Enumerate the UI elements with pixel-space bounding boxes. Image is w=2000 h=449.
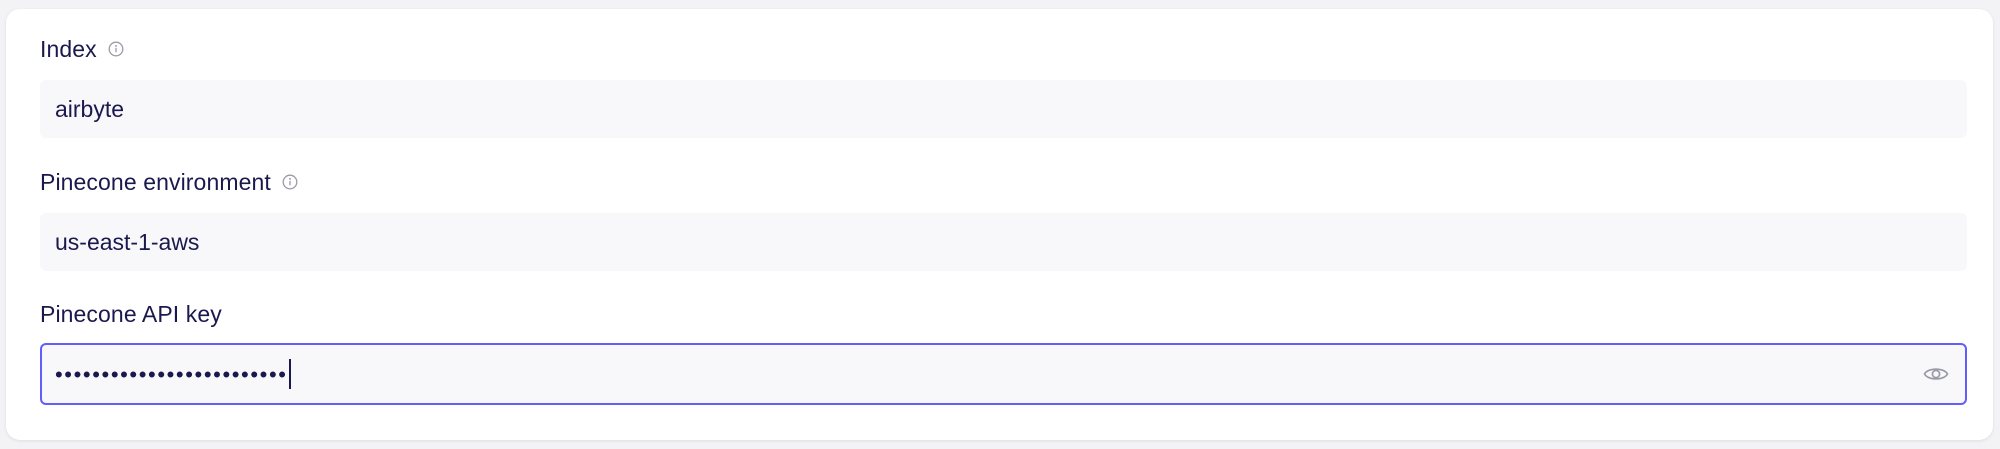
api-key-field: Pinecone API key •••••••••••••••••••••••… xyxy=(40,299,1967,405)
eye-icon xyxy=(1923,364,1949,384)
index-field: Index airbyte xyxy=(40,34,1967,138)
environment-label-row: Pinecone environment xyxy=(40,167,1967,197)
api-key-input[interactable]: ••••••••••••••••••••••••• xyxy=(40,343,1967,405)
info-circle-icon[interactable] xyxy=(107,40,125,58)
environment-label: Pinecone environment xyxy=(40,168,271,195)
show-password-button[interactable] xyxy=(1919,357,1953,391)
api-key-label-row: Pinecone API key xyxy=(40,299,1967,329)
index-label-row: Index xyxy=(40,34,1967,64)
api-key-masked-value: ••••••••••••••••••••••••• xyxy=(55,362,288,387)
destination-settings-card: Index airbyte Pinecone environment us-ea… xyxy=(6,9,1993,440)
api-key-label: Pinecone API key xyxy=(40,300,222,327)
index-input-value: airbyte xyxy=(55,95,125,122)
index-input[interactable]: airbyte xyxy=(40,80,1967,138)
index-label: Index xyxy=(40,35,97,62)
info-circle-icon[interactable] xyxy=(281,173,299,191)
environment-input-value: us-east-1-aws xyxy=(55,228,200,255)
environment-field: Pinecone environment us-east-1-aws xyxy=(40,167,1967,271)
text-caret xyxy=(288,359,291,389)
environment-input[interactable]: us-east-1-aws xyxy=(40,213,1967,271)
